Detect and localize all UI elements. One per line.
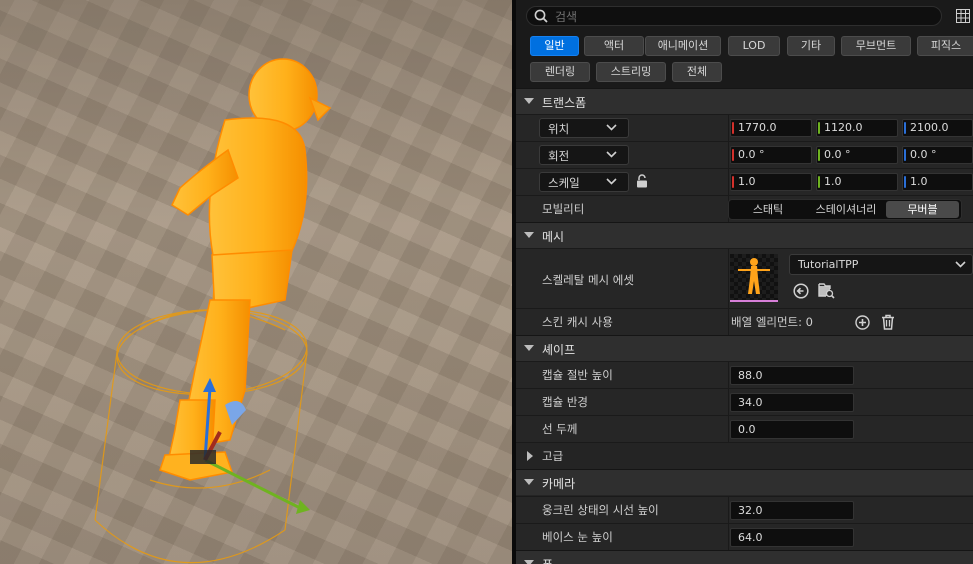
search-box[interactable] <box>526 6 942 26</box>
filter-streaming[interactable]: 스트리밍 <box>596 62 666 82</box>
filter-movement[interactable]: 무브먼트 <box>841 36 911 56</box>
scale-row: 스케일 1.0 1.0 1.0 <box>516 168 973 195</box>
section-title: 카메라 <box>542 477 576 491</box>
mobility-selector: 스태틱 스테이셔너리 무버블 <box>728 199 962 220</box>
section-title: 메시 <box>542 230 565 244</box>
unlock-icon[interactable] <box>636 174 648 188</box>
scale-y-field[interactable]: 1.0 <box>816 173 898 191</box>
filter-physics[interactable]: 피직스 <box>917 36 973 56</box>
skeletal-mesh-label: 스켈레탈 메시 에셋 <box>542 273 634 287</box>
filter-all[interactable]: 전체 <box>672 62 722 82</box>
use-selected-asset-icon[interactable] <box>793 283 809 299</box>
combo-label: 회전 <box>548 149 570 163</box>
advanced-label: 고급 <box>542 449 564 463</box>
mobility-movable-button[interactable]: 무버블 <box>886 201 959 218</box>
skin-cache-label: 스킨 캐시 사용 <box>542 315 613 329</box>
crouched-eye-height-field[interactable]: 32.0 <box>730 501 854 520</box>
filter-actor[interactable]: 액터 <box>584 36 644 56</box>
capsule-radius-field[interactable]: 34.0 <box>730 393 854 412</box>
chevron-down-icon <box>524 560 534 564</box>
chevron-down-icon <box>606 178 617 185</box>
advanced-group[interactable]: 고급 <box>516 442 973 469</box>
scale-mode-combo[interactable]: 스케일 <box>539 172 629 192</box>
character-thumbnail-icon <box>738 258 770 294</box>
location-x-field[interactable]: 1770.0 <box>730 119 812 137</box>
property-matrix-icon[interactable] <box>956 9 970 23</box>
trash-icon[interactable] <box>881 314 895 330</box>
section-pawn[interactable]: 폰 <box>516 550 973 564</box>
details-panel: 일반 액터 애니메이션 LOD 기타 무브먼트 피직스 렌더링 스트리밍 전체 … <box>516 0 973 564</box>
location-mode-combo[interactable]: 위치 <box>539 118 629 138</box>
line-thickness-row: 선 두께 0.0 <box>516 415 973 442</box>
scale-z-field[interactable]: 1.0 <box>902 173 973 191</box>
array-elements-count: 배열 엘리먼트: 0 <box>731 315 813 329</box>
section-camera[interactable]: 카메라 <box>516 469 973 495</box>
line-thickness-field[interactable]: 0.0 <box>730 420 854 439</box>
section-title: 셰이프 <box>542 343 576 357</box>
mobility-label: 모빌리티 <box>542 202 585 216</box>
rotation-row: 회전 0.0 ° 0.0 ° 0.0 ° <box>516 141 973 168</box>
rotation-y-field[interactable]: 0.0 ° <box>816 146 898 164</box>
viewport-scene <box>0 0 512 564</box>
section-shape[interactable]: 셰이프 <box>516 335 973 361</box>
section-mesh[interactable]: 메시 <box>516 222 973 248</box>
section-transform[interactable]: 트랜스폼 <box>516 88 973 114</box>
search-input[interactable] <box>553 8 937 26</box>
mesh-thumbnail[interactable] <box>730 254 778 302</box>
capsule-half-height-label: 캡슐 절반 높이 <box>542 368 613 382</box>
search-icon <box>534 9 548 23</box>
browse-asset-icon[interactable] <box>818 282 835 299</box>
chevron-down-icon <box>606 124 617 131</box>
filter-general[interactable]: 일반 <box>530 36 579 56</box>
capsule-radius-label: 캡슐 반경 <box>542 395 588 409</box>
filter-misc[interactable]: 기타 <box>787 36 835 56</box>
rotation-mode-combo[interactable]: 회전 <box>539 145 629 165</box>
line-thickness-label: 선 두께 <box>542 422 578 436</box>
asset-name: TutorialTPP <box>798 258 859 271</box>
mobility-static-button[interactable]: 스태틱 <box>731 201 805 218</box>
chevron-right-icon <box>527 451 533 461</box>
skeletal-mesh-asset-combo[interactable]: TutorialTPP <box>789 254 973 275</box>
skin-cache-row: 스킨 캐시 사용 배열 엘리먼트: 0 <box>516 308 973 335</box>
chevron-down-icon <box>606 151 617 158</box>
level-viewport[interactable] <box>0 0 512 564</box>
combo-label: 위치 <box>548 122 570 136</box>
section-title: 트랜스폼 <box>542 96 587 110</box>
skeletal-mesh-row: 스켈레탈 메시 에셋 TutorialTPP <box>516 248 973 308</box>
chevron-down-icon <box>524 98 534 104</box>
mobility-stationary-button[interactable]: 스테이셔너리 <box>807 201 885 218</box>
base-eye-height-row: 베이스 눈 높이 64.0 <box>516 523 973 550</box>
location-y-field[interactable]: 1120.0 <box>816 119 898 137</box>
chevron-down-icon <box>524 345 534 351</box>
location-row: 위치 1770.0 1120.0 2100.0 <box>516 114 973 141</box>
mobility-row: 모빌리티 스태틱 스테이셔너리 무버블 <box>516 195 973 222</box>
search-bar <box>516 0 973 33</box>
base-eye-height-field[interactable]: 64.0 <box>730 528 854 547</box>
section-title: 폰 <box>542 556 553 564</box>
chevron-down-icon <box>524 232 534 238</box>
filter-lod[interactable]: LOD <box>728 36 780 56</box>
category-filters: 일반 액터 애니메이션 LOD 기타 무브먼트 피직스 렌더링 스트리밍 전체 <box>516 33 973 88</box>
rotation-z-field[interactable]: 0.0 ° <box>902 146 973 164</box>
crouched-eye-height-row: 웅크린 상태의 시선 높이 32.0 <box>516 496 973 523</box>
capsule-half-height-field[interactable]: 88.0 <box>730 366 854 385</box>
combo-label: 스케일 <box>548 176 580 190</box>
rotation-x-field[interactable]: 0.0 ° <box>730 146 812 164</box>
scale-x-field[interactable]: 1.0 <box>730 173 812 191</box>
chevron-down-icon <box>524 479 534 485</box>
capsule-half-height-row: 캡슐 절반 높이 88.0 <box>516 361 973 388</box>
base-eye-height-label: 베이스 눈 높이 <box>542 530 613 544</box>
location-z-field[interactable]: 2100.0 <box>902 119 973 137</box>
filter-animation[interactable]: 애니메이션 <box>645 36 721 56</box>
crouched-eye-height-label: 웅크린 상태의 시선 높이 <box>542 503 659 517</box>
filter-rendering[interactable]: 렌더링 <box>530 62 590 82</box>
chevron-down-icon <box>955 261 966 268</box>
add-element-icon[interactable] <box>855 315 870 330</box>
capsule-radius-row: 캡슐 반경 34.0 <box>516 388 973 415</box>
